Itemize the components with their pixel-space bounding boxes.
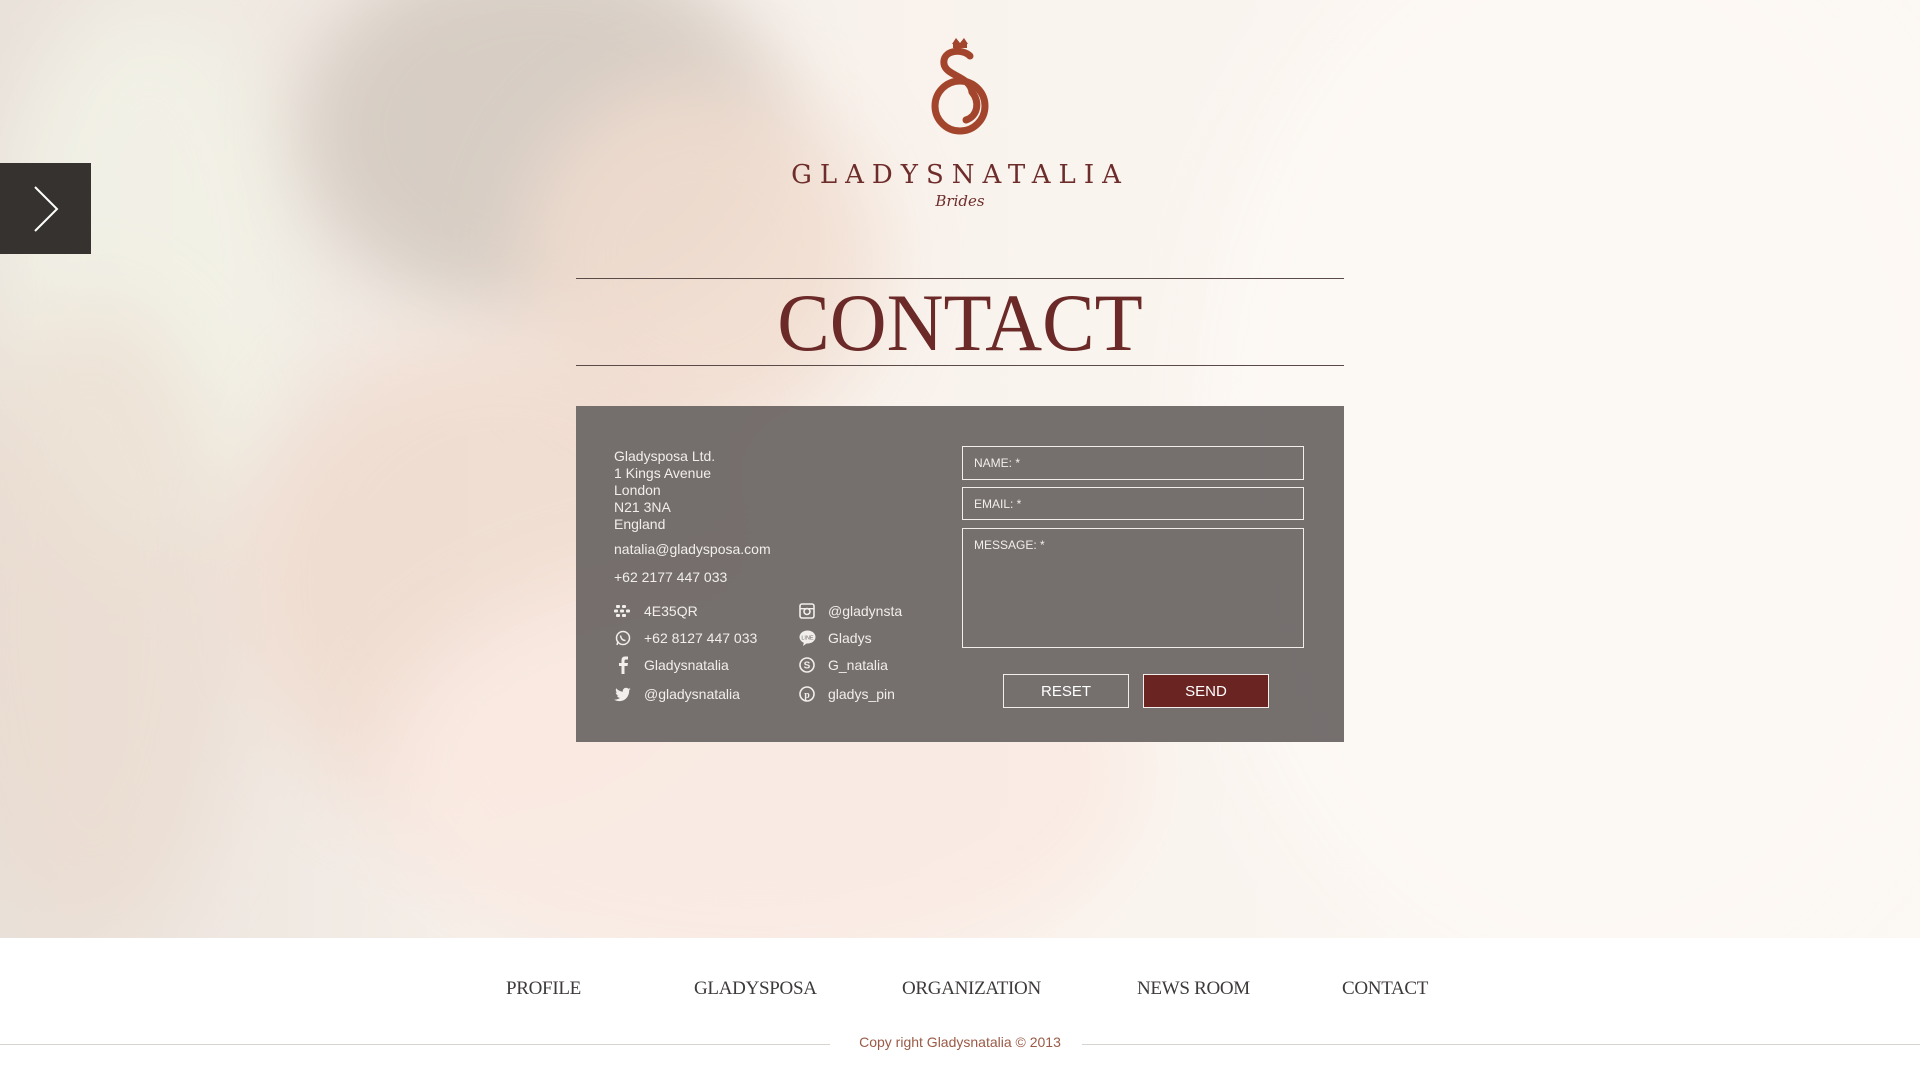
brand-tagline: Brides [935, 192, 985, 210]
social-skype[interactable]: S G_natalia [798, 656, 888, 674]
social-blackberry[interactable]: 4E35QR [614, 602, 698, 620]
side-menu-toggle-button[interactable] [0, 163, 91, 254]
blackberry-icon [614, 602, 632, 620]
address-postcode: N21 3NA [614, 499, 671, 515]
social-instagram-value: @gladynsta [828, 603, 903, 619]
footer-nav-contact[interactable]: CONTACT [1342, 978, 1428, 1000]
address-street: 1 Kings Avenue [614, 465, 712, 481]
social-blackberry-value: 4E35QR [644, 603, 698, 619]
twitter-icon [614, 685, 632, 703]
copyright-text: Copy right Gladysnatalia © 2013 [859, 1034, 1061, 1050]
social-line-value: Gladys [828, 630, 872, 646]
email-field[interactable] [962, 487, 1304, 520]
whatsapp-icon [614, 629, 632, 647]
address-company: Gladysposa Ltd. [614, 448, 716, 464]
social-whatsapp[interactable]: +62 8127 447 033 [614, 629, 757, 647]
footer-nav-profile[interactable]: PROFILE [506, 978, 581, 1000]
address-country: England [614, 516, 666, 532]
brand-name: GLADYSNATALIA [791, 160, 1129, 190]
facebook-icon [614, 656, 632, 674]
address-city: London [614, 482, 661, 498]
footer-nav-organization[interactable]: ORGANIZATION [902, 978, 1041, 1000]
footer-divider-right [1082, 1044, 1920, 1045]
address-block: Gladysposa Ltd. 1 Kings Avenue London N2… [614, 448, 715, 533]
contact-phone: +62 2177 447 033 [614, 569, 728, 585]
instagram-icon [798, 602, 816, 620]
brand-logo[interactable]: GLADYSNATALIA Brides [776, 36, 1144, 216]
social-pinterest[interactable]: p gladys_pin [798, 685, 895, 703]
social-line[interactable]: LINE Gladys [798, 629, 872, 647]
social-whatsapp-value: +62 8127 447 033 [644, 630, 758, 646]
svg-text:S: S [804, 661, 811, 672]
social-instagram[interactable]: @gladynsta [798, 602, 902, 620]
pinterest-icon: p [798, 685, 816, 703]
send-button[interactable]: SEND [1143, 674, 1269, 708]
social-twitter[interactable]: @gladysnatalia [614, 685, 740, 703]
line-icon: LINE [798, 629, 816, 647]
contact-email-link[interactable]: natalia@gladysposa.com [614, 541, 771, 557]
message-field[interactable] [962, 528, 1304, 648]
name-field[interactable] [962, 446, 1304, 480]
footer-nav-news-room[interactable]: NEWS ROOM [1137, 978, 1250, 1000]
social-skype-value: G_natalia [828, 657, 888, 673]
title-bottom-divider [576, 365, 1344, 366]
ring-logo-icon [931, 38, 989, 135]
skype-icon: S [798, 656, 816, 674]
social-facebook-value: Gladysnatalia [644, 657, 729, 673]
footer: PROFILE GLADYSPOSA ORGANIZATION NEWS ROO… [0, 938, 1920, 1072]
contact-panel: Gladysposa Ltd. 1 Kings Avenue London N2… [576, 406, 1344, 742]
social-facebook[interactable]: Gladysnatalia [614, 656, 729, 674]
social-twitter-value: @gladysnatalia [644, 686, 740, 702]
social-pinterest-value: gladys_pin [828, 686, 895, 702]
footer-divider-left [0, 1044, 830, 1045]
page-title: CONTACT [777, 277, 1143, 368]
footer-nav-gladysposa[interactable]: GLADYSPOSA [694, 978, 817, 1000]
reset-button[interactable]: RESET [1003, 674, 1129, 708]
svg-text:LINE: LINE [801, 635, 814, 641]
svg-text:p: p [804, 690, 810, 701]
chevron-right-icon [33, 185, 58, 232]
